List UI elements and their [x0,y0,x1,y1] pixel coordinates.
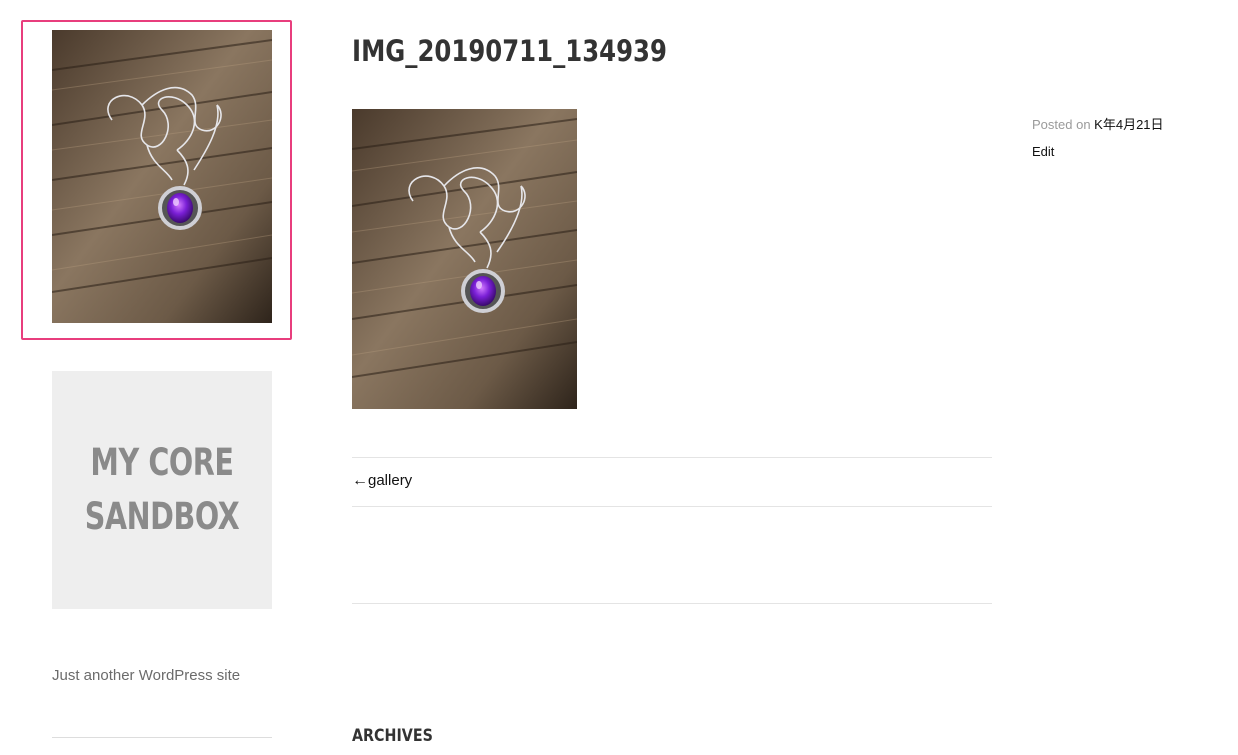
site-title-line-1: MY CORE [90,441,234,484]
site-title-line-2: SANDBOX [84,495,240,538]
left-arrow-icon: ← [352,472,368,489]
divider [352,506,992,507]
attachment-image-link[interactable] [352,109,577,409]
necklace-photo [52,30,272,323]
site-logo-link[interactable] [52,30,272,323]
page: MY CORE SANDBOX Just another WordPress s… [0,0,1238,755]
entry-meta: Posted on K年4月21日 Edit [1032,111,1164,165]
site-tagline: Just another WordPress site [52,667,241,684]
previous-post-label: gallery [368,472,413,489]
posted-on-row: Posted on K年4月21日 [1032,111,1164,138]
sidebar-divider [52,737,272,738]
archives-widget-title: ARCHIVES [352,726,433,746]
edit-link[interactable]: Edit [1032,144,1054,159]
previous-post-link[interactable]: ←gallery [352,472,412,490]
posted-on-label: Posted on [1032,117,1091,132]
site-title-link[interactable]: MY CORE SANDBOX [52,371,272,609]
entry-title: IMG_20190711_134939 [352,34,667,68]
posted-date-link[interactable]: K年4月21日 [1094,117,1163,132]
site-title: MY CORE SANDBOX [67,436,256,544]
attachment-image [352,109,577,409]
edit-row: Edit [1032,138,1164,165]
divider [352,603,992,604]
divider [352,457,992,458]
